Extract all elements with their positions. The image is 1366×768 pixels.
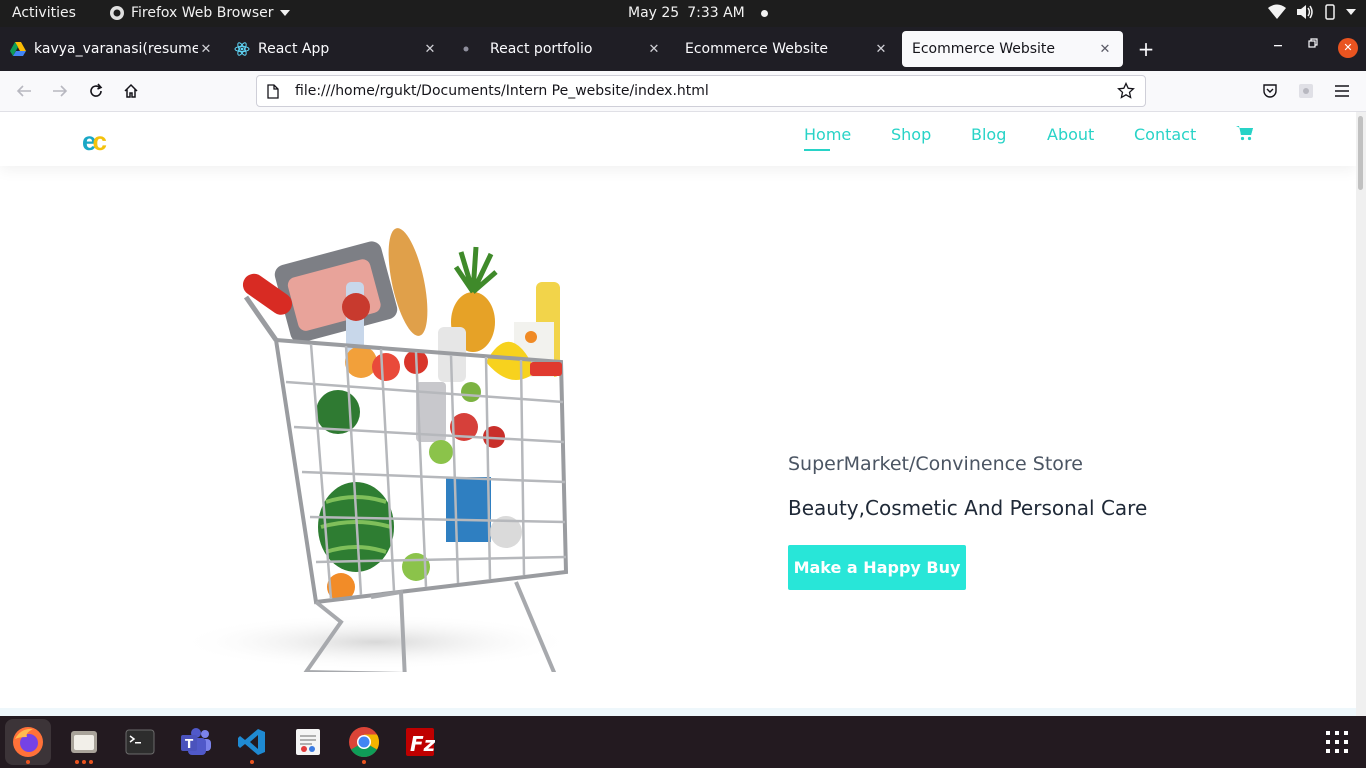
reload-button[interactable] bbox=[86, 81, 106, 101]
system-top-bar: Activities Firefox Web Browser May 25 7:… bbox=[0, 0, 1366, 27]
web-page: ec Home Shop Blog About Contact SuperMar… bbox=[0, 112, 1356, 716]
vscode-icon bbox=[238, 729, 265, 755]
tab-ecommerce-active[interactable]: Ecommerce Website ✕ bbox=[902, 31, 1123, 67]
home-button[interactable] bbox=[121, 81, 141, 101]
close-window-button[interactable]: ✕ bbox=[1338, 38, 1358, 58]
close-tab-icon[interactable]: ✕ bbox=[422, 42, 438, 57]
phone-icon bbox=[1325, 4, 1335, 20]
show-applications-icon[interactable] bbox=[1326, 731, 1348, 753]
shopping-cart-icon[interactable] bbox=[1236, 125, 1254, 141]
close-tab-icon[interactable]: ✕ bbox=[198, 42, 214, 57]
dock-files[interactable] bbox=[61, 719, 107, 765]
firefox-icon bbox=[13, 727, 43, 757]
nav-about-link[interactable]: About bbox=[1047, 125, 1094, 144]
dock-terminal[interactable] bbox=[117, 719, 163, 765]
browser-navigation-bar: file:///home/rgukt/Documents/Intern Pe_w… bbox=[0, 71, 1366, 112]
close-tab-icon[interactable]: ✕ bbox=[1097, 42, 1113, 57]
tab-title: React portfolio bbox=[490, 41, 593, 57]
pocket-button[interactable] bbox=[1260, 81, 1280, 101]
page-icon bbox=[267, 83, 279, 99]
tab-ecommerce-1[interactable]: Ecommerce Website ✕ bbox=[675, 31, 899, 67]
scrollbar-thumb[interactable] bbox=[1358, 116, 1363, 190]
clock-date: May 25 bbox=[628, 5, 680, 21]
dock-text-editor[interactable] bbox=[285, 719, 331, 765]
chevron-down-icon bbox=[279, 10, 290, 16]
wifi-icon bbox=[1268, 4, 1286, 19]
arrow-right-icon bbox=[53, 85, 68, 97]
extension-icon bbox=[1299, 84, 1313, 98]
tab-react-app[interactable]: React App ✕ bbox=[224, 31, 448, 67]
chrome-icon bbox=[349, 727, 380, 758]
tab-title: Ecommerce Website bbox=[912, 41, 1056, 57]
app-menu[interactable]: Firefox Web Browser bbox=[109, 5, 290, 21]
firefox-app-icon bbox=[110, 6, 124, 20]
taskbar-dock: T Fz bbox=[0, 716, 1366, 768]
terminal-icon bbox=[125, 729, 155, 755]
minimize-window-button[interactable] bbox=[1273, 37, 1283, 52]
react-icon bbox=[234, 41, 250, 57]
site-logo[interactable]: ec bbox=[82, 126, 107, 157]
files-icon bbox=[71, 731, 97, 753]
dock-teams[interactable]: T bbox=[173, 719, 219, 765]
app-name: Firefox Web Browser bbox=[131, 5, 274, 21]
app-menu-button[interactable] bbox=[1332, 81, 1352, 101]
nav-home-link[interactable]: Home bbox=[804, 125, 851, 151]
nav-contact-link[interactable]: Contact bbox=[1134, 125, 1196, 144]
nav-shop-link[interactable]: Shop bbox=[891, 125, 931, 144]
close-tab-icon[interactable]: ✕ bbox=[873, 42, 889, 57]
dock-firefox[interactable] bbox=[5, 719, 51, 765]
notification-dot-icon bbox=[760, 9, 768, 17]
home-icon bbox=[124, 83, 138, 98]
close-tab-icon[interactable]: ✕ bbox=[646, 42, 662, 57]
svg-text:Fz: Fz bbox=[410, 732, 435, 756]
hamburger-menu-icon bbox=[1335, 85, 1349, 97]
text-editor-icon bbox=[296, 729, 320, 755]
tab-title: Ecommerce Website bbox=[685, 41, 829, 57]
new-tab-button[interactable]: + bbox=[1136, 37, 1156, 61]
restore-icon bbox=[1308, 38, 1318, 48]
browser-tab-strip: kavya_varanasi(resume) ( ✕ React App ✕ R… bbox=[0, 27, 1366, 71]
maximize-window-button[interactable] bbox=[1308, 37, 1318, 52]
clock[interactable]: May 25 7:33 AM bbox=[628, 5, 768, 21]
dock-chrome[interactable] bbox=[341, 719, 387, 765]
system-tray[interactable] bbox=[1268, 4, 1356, 20]
dock-vscode[interactable] bbox=[229, 719, 275, 765]
teams-icon: T bbox=[181, 728, 211, 755]
bookmark-star-icon[interactable] bbox=[1117, 82, 1135, 100]
shopping-cart-hero-image bbox=[176, 228, 576, 672]
power-menu-chevron-icon bbox=[1346, 9, 1356, 15]
dock-filezilla[interactable]: Fz bbox=[397, 719, 443, 765]
tab-react-portfolio[interactable]: React portfolio ✕ bbox=[448, 31, 672, 67]
tab-title: kavya_varanasi(resume) ( bbox=[34, 41, 198, 57]
minimize-icon bbox=[1274, 45, 1282, 47]
nav-blog-link[interactable]: Blog bbox=[971, 125, 1006, 144]
reload-icon bbox=[90, 83, 103, 97]
hero-title: Beauty,Cosmetic And Personal Care bbox=[788, 496, 1148, 520]
svg-text:T: T bbox=[185, 737, 194, 751]
page-scrollbar[interactable] bbox=[1356, 112, 1366, 716]
tab-title: React App bbox=[258, 41, 330, 57]
tab-resume[interactable]: kavya_varanasi(resume) ( ✕ bbox=[0, 31, 224, 67]
url-text[interactable]: file:///home/rgukt/Documents/Intern Pe_w… bbox=[295, 83, 1117, 99]
make-a-happy-buy-button[interactable]: Make a Happy Buy bbox=[788, 545, 966, 590]
site-header: ec Home Shop Blog About Contact bbox=[0, 112, 1356, 166]
back-button[interactable] bbox=[14, 81, 34, 101]
extensions-button[interactable] bbox=[1296, 81, 1316, 101]
clock-time: 7:33 AM bbox=[687, 5, 745, 21]
arrow-left-icon bbox=[16, 85, 31, 97]
hero-subtitle: SuperMarket/Convinence Store bbox=[788, 453, 1084, 475]
dot-icon bbox=[458, 41, 474, 57]
url-bar[interactable]: file:///home/rgukt/Documents/Intern Pe_w… bbox=[256, 75, 1146, 107]
volume-icon bbox=[1297, 5, 1313, 19]
next-section-edge bbox=[0, 708, 1356, 716]
activities-button[interactable]: Activities bbox=[12, 5, 76, 21]
pocket-icon bbox=[1263, 84, 1277, 98]
filezilla-icon: Fz bbox=[406, 728, 435, 756]
google-drive-icon bbox=[10, 41, 26, 57]
forward-button[interactable] bbox=[50, 81, 70, 101]
